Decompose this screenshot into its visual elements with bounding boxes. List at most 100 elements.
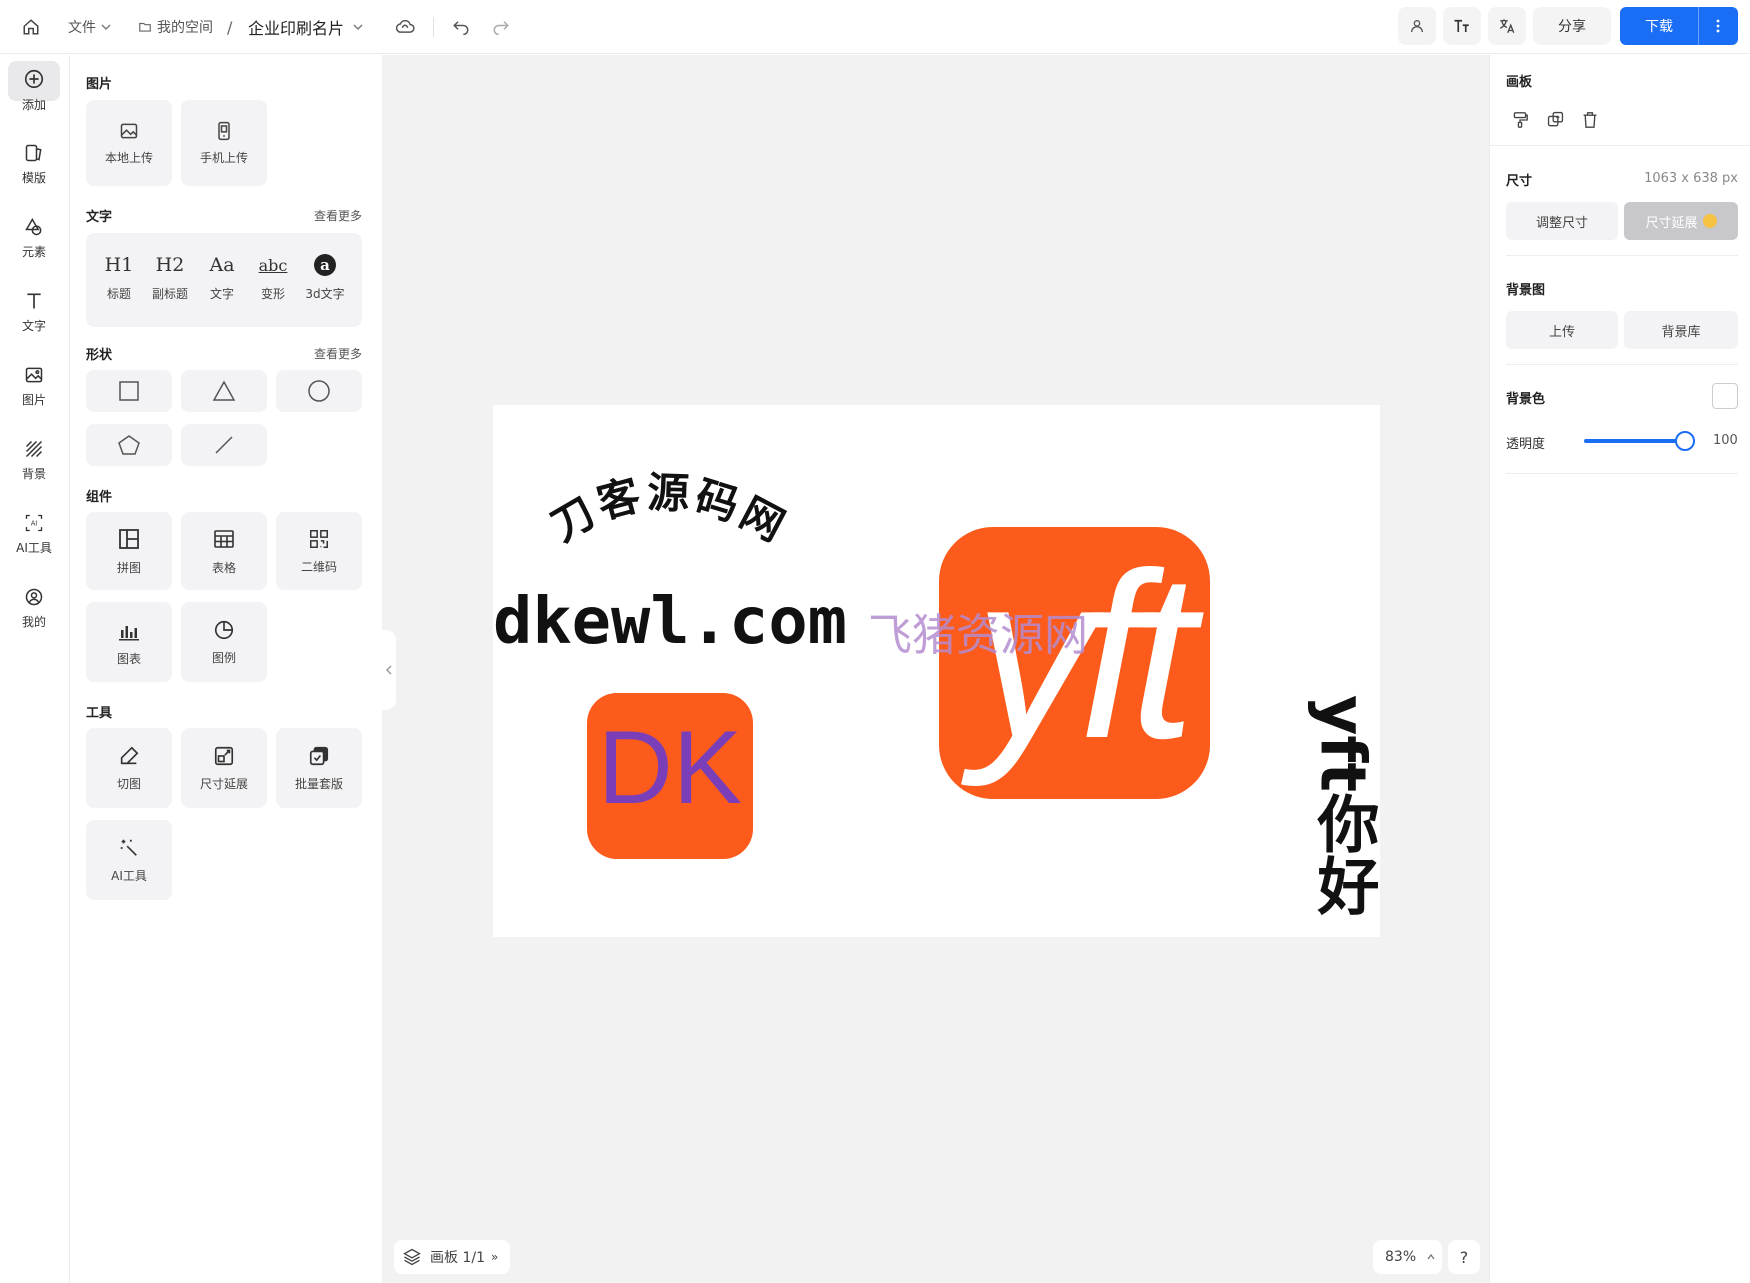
line-icon: [215, 436, 233, 454]
url-text-element[interactable]: dkewl.com: [493, 585, 847, 659]
tool-slice[interactable]: 切图: [86, 728, 172, 808]
cloud-save-button[interactable]: [394, 0, 416, 54]
format-painter-button[interactable]: [1512, 111, 1528, 133]
rail-label: AI工具: [16, 540, 52, 555]
tool-size-extend[interactable]: 尺寸延展: [181, 728, 267, 808]
rail-item-element[interactable]: 元素: [0, 207, 68, 269]
section-title-shapes: 形状: [86, 348, 113, 363]
shape-rectangle[interactable]: [86, 370, 172, 412]
size-value: 1063 x 638 px: [1644, 171, 1738, 186]
upload-bg-button[interactable]: 上传: [1506, 311, 1618, 349]
user-icon: [25, 588, 43, 605]
tile-label: 3d文字: [305, 287, 345, 301]
file-menu[interactable]: 文件: [68, 0, 112, 54]
tile-label: 批量套版: [294, 776, 343, 791]
download-more-button[interactable]: [1699, 19, 1737, 33]
size-section-title: 尺寸: [1506, 174, 1533, 189]
collaborator-button[interactable]: [1398, 7, 1436, 45]
h2-glyph: H2: [155, 254, 185, 276]
board-navigator[interactable]: 画板 1/1 »: [394, 1240, 510, 1274]
tool-ai[interactable]: AI工具: [86, 820, 172, 900]
text-style-warp[interactable]: abc 变形: [248, 251, 298, 302]
bg-color-swatch[interactable]: [1712, 383, 1738, 409]
shapes-see-more-link[interactable]: 查看更多: [314, 345, 362, 362]
duplicate-button[interactable]: [1547, 111, 1564, 132]
shape-pentagon[interactable]: [86, 424, 172, 466]
vertical-text-element[interactable]: yft你好: [1307, 695, 1381, 916]
redo-button[interactable]: [492, 0, 510, 54]
translate-button[interactable]: [1488, 7, 1526, 45]
rail-item-mine[interactable]: 我的: [0, 577, 68, 639]
delete-button[interactable]: [1582, 111, 1598, 133]
rectangle-icon: [119, 381, 139, 401]
tile-label: 尺寸延展: [199, 776, 248, 791]
panel-collapse-handle[interactable]: [382, 630, 396, 710]
text-style-body[interactable]: Aa 文字: [197, 251, 247, 302]
size-extend-button[interactable]: 尺寸延展: [1624, 202, 1738, 240]
tile-label: 手机上传: [199, 150, 248, 165]
document-title[interactable]: 企业印刷名片: [248, 0, 364, 54]
component-legend[interactable]: 图例: [181, 602, 267, 682]
properties-panel: 画板 尺寸 1063 x 638 px 调整尺寸 尺寸延展 背景图 上传 背景库…: [1489, 55, 1750, 1283]
opacity-slider-handle[interactable]: [1675, 431, 1695, 451]
ai-tool-icon: AI: [25, 514, 43, 531]
shape-circle[interactable]: [276, 370, 362, 412]
shape-triangle[interactable]: [181, 370, 267, 412]
breadcrumb-space: 我的空间: [157, 20, 213, 36]
toolbar-divider: [433, 17, 434, 37]
rail-item-image[interactable]: 图片: [0, 355, 68, 417]
rail-item-template[interactable]: 模版: [0, 133, 68, 195]
user-icon: [1411, 20, 1423, 33]
component-collage[interactable]: 拼图: [86, 512, 172, 590]
chevron-left-icon: [385, 665, 392, 675]
text-style-group: H1 标题 H2 副标题 Aa 文字 abc 变形 a 3d文字: [86, 233, 362, 327]
rail-item-add[interactable]: 添加: [0, 59, 68, 121]
download-button[interactable]: 下载: [1620, 16, 1698, 36]
image-upload-icon: [120, 123, 138, 138]
body-glyph: Aa: [209, 254, 235, 276]
tile-label: 本地上传: [104, 150, 153, 165]
help-button[interactable]: ?: [1448, 1240, 1480, 1274]
text-style-h1[interactable]: H1 标题: [94, 251, 144, 302]
component-table[interactable]: 表格: [181, 512, 267, 590]
component-qrcode[interactable]: 二维码: [276, 512, 362, 590]
design-canvas[interactable]: 刀客源码网 dkewl.com DK yft 飞猪资源网 yft你好: [493, 405, 1380, 937]
tile-label: 图表: [116, 651, 141, 666]
format-painter-icon: [1513, 112, 1528, 128]
resize-button[interactable]: 调整尺寸: [1506, 202, 1618, 240]
image-icon: [25, 367, 43, 382]
translate-icon: [1499, 19, 1515, 34]
triangle-icon: [212, 380, 236, 401]
breadcrumb-separator: /: [227, 17, 233, 37]
text-style-3d[interactable]: a 3d文字: [300, 251, 350, 302]
component-chart[interactable]: 图表: [86, 602, 172, 682]
divider: [1506, 255, 1738, 256]
watermark-text: 飞猪资源网: [868, 610, 1088, 661]
phone-upload-button[interactable]: 手机上传: [181, 100, 267, 186]
warp-glyph: abc: [258, 255, 288, 275]
tile-label: 图例: [211, 650, 236, 665]
text-see-more-link[interactable]: 查看更多: [314, 207, 362, 224]
share-button[interactable]: 分享: [1533, 7, 1611, 45]
zoom-control[interactable]: 83%: [1373, 1240, 1442, 1274]
rail-item-ai-tool[interactable]: AI AI工具: [0, 503, 68, 565]
text-style-h2[interactable]: H2 副标题: [145, 251, 195, 302]
undo-button[interactable]: [452, 0, 470, 54]
home-button[interactable]: [22, 0, 40, 54]
tile-label: 变形: [260, 287, 285, 301]
breadcrumb[interactable]: 我的空间 /: [138, 0, 246, 54]
divider: [1490, 145, 1750, 146]
rail-item-text[interactable]: 文字: [0, 281, 68, 343]
qrcode-icon: [310, 529, 328, 548]
rail-label: 图片: [21, 392, 46, 407]
shape-line[interactable]: [181, 424, 267, 466]
font-button[interactable]: [1443, 7, 1481, 45]
bg-library-button[interactable]: 背景库: [1624, 311, 1738, 349]
svg-text:AI: AI: [31, 519, 38, 527]
tile-label: 副标题: [151, 287, 188, 301]
opacity-slider-track[interactable]: [1584, 439, 1684, 443]
arc-text-element[interactable]: 刀客源码网: [542, 468, 795, 553]
rail-item-background[interactable]: 背景: [0, 429, 68, 491]
tool-batch-template[interactable]: 批量套版: [276, 728, 362, 808]
local-upload-button[interactable]: 本地上传: [86, 100, 172, 186]
